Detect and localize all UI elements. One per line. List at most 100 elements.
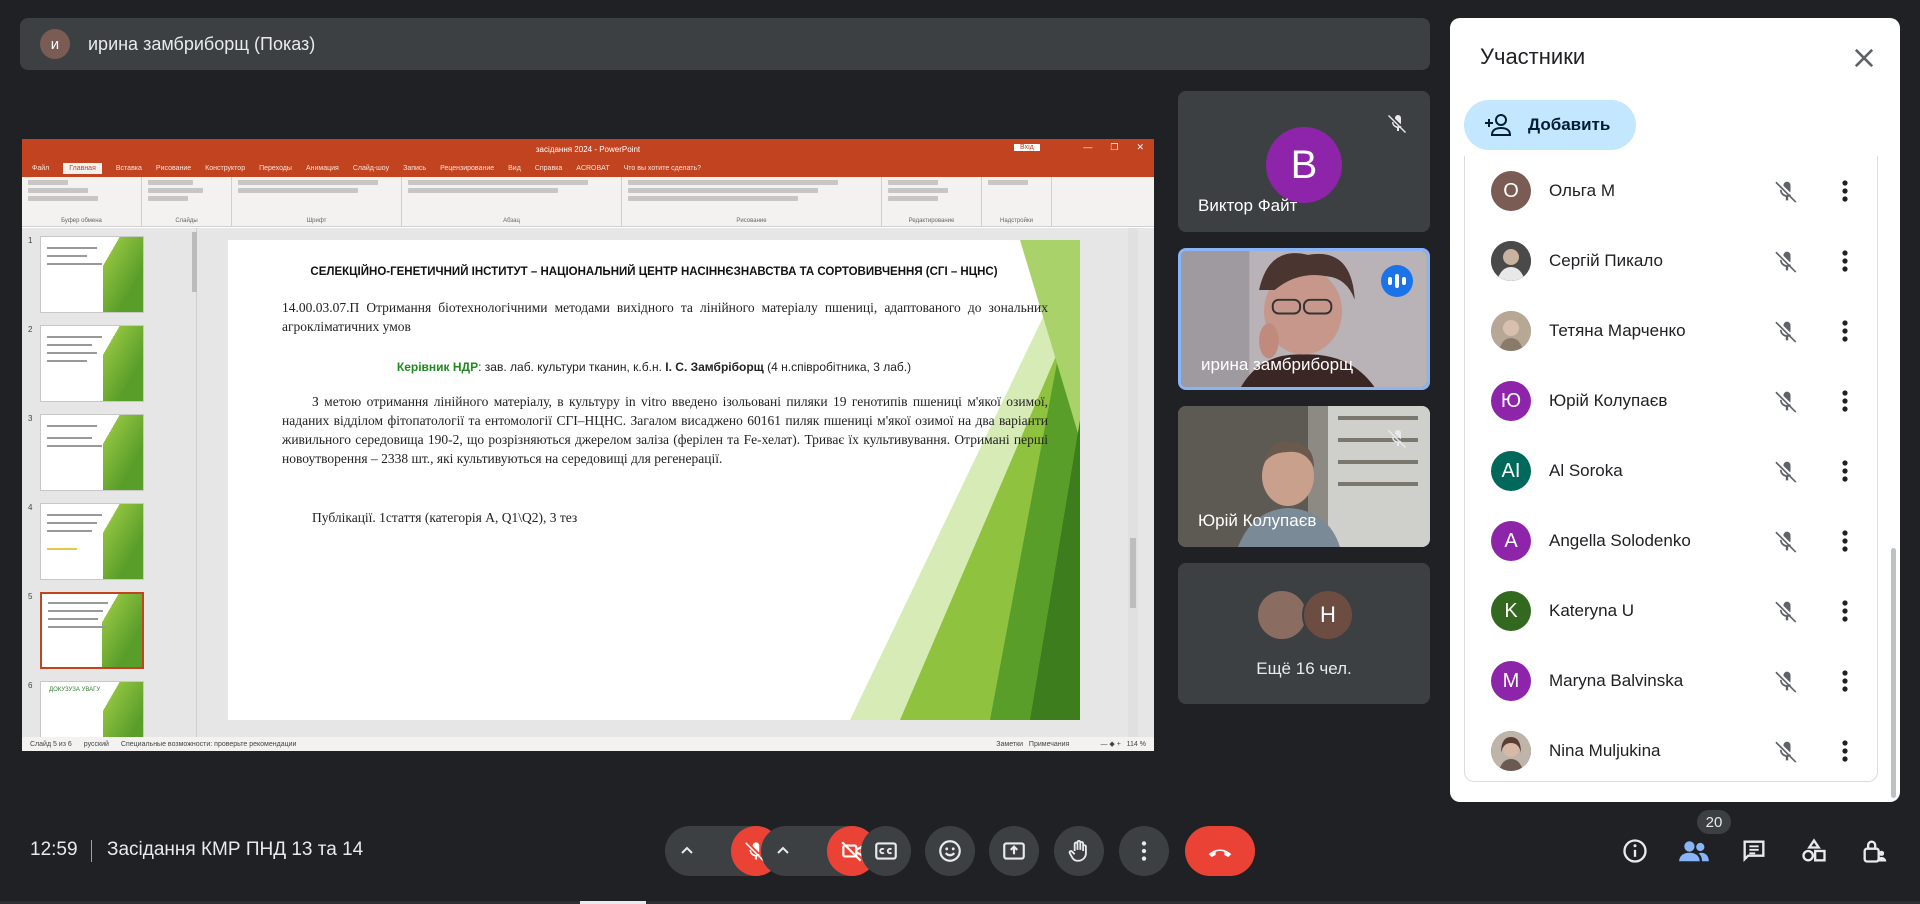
status-language: русский (83, 740, 109, 748)
participant-name: Nina Muljukina (1549, 741, 1661, 760)
participants-list: О Ольга М Сергій Пикало Тетяна Марченко … (1464, 156, 1878, 782)
participant-row[interactable]: AI Al Soroka (1465, 436, 1877, 506)
meeting-details-button[interactable] (1618, 834, 1652, 868)
more-options-icon[interactable] (1839, 667, 1851, 695)
mic-off-icon (1388, 430, 1406, 448)
people-icon (1679, 841, 1709, 862)
ribbon-group-addins: Надстройки (982, 177, 1052, 226)
participant-name: Maryna Balvinska (1549, 671, 1684, 690)
participant-tile-yurii[interactable]: Юрій Колупаєв (1178, 406, 1430, 547)
mic-off-icon (1775, 251, 1797, 273)
tab-help: Справка (534, 164, 563, 172)
tab-review: Рецензирование (440, 164, 495, 172)
chevron-up-icon[interactable] (773, 840, 793, 860)
tab-record: Запись (403, 164, 427, 172)
more-options-button[interactable] (1119, 826, 1169, 876)
ribbon-group-font: Шрифт (232, 177, 402, 226)
meet-window: и ирина замбриборщ (Показ) засідання 202… (0, 0, 1920, 904)
participant-name: Ольга М (1549, 181, 1615, 200)
participant-row[interactable]: Тетяна Марченко (1465, 296, 1877, 366)
participant-row[interactable]: Ю Юрій Колупаєв (1465, 366, 1877, 436)
tab-slideshow: Слайд-шоу (352, 164, 390, 172)
more-options-icon[interactable] (1839, 457, 1851, 485)
mic-off-icon (1775, 321, 1797, 343)
participant-name: Angella Solodenko (1549, 531, 1691, 550)
ribbon-group-editing: Редактирование (882, 177, 982, 226)
reactions-button[interactable] (925, 826, 975, 876)
avatar: A (1491, 521, 1531, 561)
participant-tile-viktor[interactable]: В Виктор Файт (1178, 91, 1430, 232)
tab-design: Конструктор (205, 164, 246, 172)
ribbon-group-slides: Слайды (142, 177, 232, 226)
powerpoint-tabs: Файл Главная Вставка Рисование Конструкт… (22, 159, 1154, 177)
shared-screen: засідання 2024 - PowerPoint Вхід — ❐ ✕ Фай… (22, 139, 1154, 751)
slide-lead-text: : зав. лаб. культури тканин, к.б.н. (478, 360, 666, 374)
divider (91, 840, 92, 862)
slide-lead-label: Керівник НДР (396, 360, 479, 374)
camera-control[interactable] (761, 826, 877, 876)
slide-lead-tail: (4 н.співробітника, 3 лаб.) (763, 360, 912, 374)
slide-thumbnails: 1 2 3 4 5 6 ДОКУЗУЗА УВАГУ (22, 228, 197, 751)
more-options-icon[interactable] (1839, 247, 1851, 275)
hang-up-icon (1208, 849, 1232, 857)
participant-name: Al Soroka (1549, 461, 1623, 480)
participant-row[interactable]: M Maryna Balvinska (1465, 646, 1877, 716)
more-options-icon[interactable] (1839, 177, 1851, 205)
info-icon (1623, 839, 1647, 863)
more-options-icon[interactable] (1839, 737, 1851, 765)
tile-name: Юрій Колупаєв (1198, 511, 1317, 530)
powerpoint-statusbar: Слайд 5 из 6 русский Специальные возможн… (22, 737, 1154, 751)
mic-off-icon (1775, 391, 1797, 413)
avatar: M (1491, 661, 1531, 701)
tab-insert: Вставка (115, 164, 142, 172)
more-options-icon[interactable] (1839, 527, 1851, 555)
powerpoint-window-title: засідання 2024 - PowerPoint (535, 144, 641, 154)
participant-row[interactable]: K Kateryna U (1465, 576, 1877, 646)
chat-button[interactable] (1737, 834, 1771, 868)
participant-name: Kateryna U (1549, 601, 1635, 620)
raise-hand-button[interactable] (1054, 826, 1104, 876)
add-participant-button[interactable]: Добавить (1464, 100, 1636, 150)
tab-transitions: Переходы (259, 164, 292, 172)
add-participant-label: Добавить (1528, 115, 1611, 134)
more-options-icon[interactable] (1839, 387, 1851, 415)
avatar: Н (1302, 589, 1354, 641)
leave-call-button[interactable] (1185, 826, 1255, 876)
more-options-icon[interactable] (1839, 597, 1851, 625)
avatar: K (1491, 591, 1531, 631)
captions-button[interactable] (861, 826, 911, 876)
close-icon[interactable] (1850, 44, 1878, 72)
emoji-icon (939, 840, 961, 862)
thumbnail-4: 4 (28, 503, 144, 580)
tab-home: Главная (63, 162, 102, 174)
participant-row[interactable]: Сергій Пикало (1465, 226, 1877, 296)
people-button[interactable] (1677, 834, 1711, 868)
participant-row[interactable]: Nina Muljukina (1465, 716, 1877, 786)
raise-hand-icon (1068, 840, 1087, 862)
lock-person-icon (1863, 840, 1887, 863)
tab-draw: Рисование (155, 164, 192, 172)
speaking-indicator-icon (1381, 265, 1413, 297)
more-avatars: Н (1256, 589, 1354, 641)
more-participants-tile[interactable]: Н Ещё 16 чел. (1178, 563, 1430, 704)
present-screen-button[interactable] (989, 826, 1039, 876)
window-controls: — ❐ ✕ (1083, 142, 1144, 152)
chevron-up-icon[interactable] (677, 840, 697, 860)
slide-scrollbar (1128, 228, 1138, 737)
panel-scrollbar[interactable] (1891, 548, 1896, 798)
thumbnail-1: 1 (28, 236, 144, 313)
participant-tile-iryna[interactable]: ирина замбриборщ (1178, 248, 1430, 390)
ribbon-group-paragraph: Абзац (402, 177, 622, 226)
slide-area: СЕЛЕКЦІЙНО-ГЕНЕТИЧНИЙ ІНСТИТУТ – НАЦІОНА… (204, 228, 1140, 737)
host-controls-button[interactable] (1857, 834, 1891, 868)
mic-off-icon (1775, 531, 1797, 553)
meeting-name: Засідання КМР ПНД 13 та 14 (107, 839, 364, 860)
tile-name: Виктор Файт (1198, 196, 1298, 215)
activities-button[interactable] (1797, 834, 1831, 868)
participants-panel: Участники Добавить О Ольга М Сергій Пика… (1450, 18, 1900, 802)
more-options-icon[interactable] (1839, 317, 1851, 345)
participant-row[interactable]: A Angella Solodenko (1465, 506, 1877, 576)
participant-row[interactable]: О Ольга М (1465, 156, 1877, 226)
activities-icon (1802, 838, 1826, 862)
avatar: В (1266, 127, 1342, 203)
